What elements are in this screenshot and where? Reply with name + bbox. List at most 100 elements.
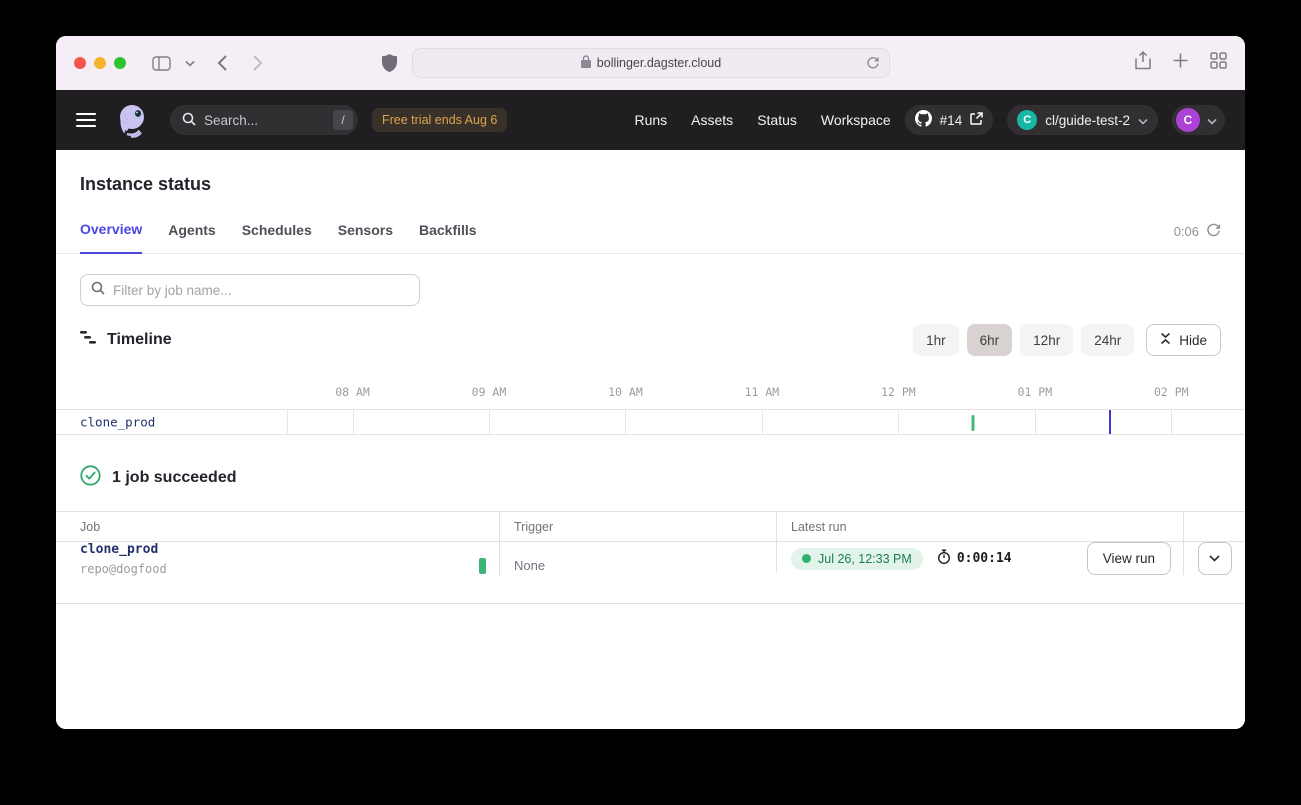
nav-workspace[interactable]: Workspace [821, 112, 891, 128]
top-nav: Runs Assets Status Workspace [634, 112, 890, 128]
refresh-icon[interactable] [1206, 222, 1221, 240]
timeline-job-link[interactable]: clone_prod [80, 415, 155, 430]
timeline-label-separator [287, 410, 288, 434]
minimize-window-button[interactable] [94, 57, 106, 69]
timeline-tick-label: 10 AM [608, 385, 643, 399]
app-header: Search... / Free trial ends Aug 6 Runs A… [56, 90, 1245, 150]
run-duration-value: 0:00:14 [957, 551, 1012, 566]
range-1hr-button[interactable]: 1hr [913, 324, 959, 356]
timeline-header: Timeline 1hr 6hr 12hr 24hr Hide [56, 306, 1245, 356]
timeline-gridline [762, 410, 763, 434]
privacy-shield-icon[interactable] [382, 54, 397, 77]
jobs-table: Job Trigger Latest run clone_prod repo@d… [56, 511, 1245, 604]
range-24hr-button[interactable]: 24hr [1081, 324, 1134, 356]
column-header-actions [1184, 512, 1245, 541]
github-deployment-badge[interactable]: #14 [905, 105, 994, 135]
menu-icon[interactable] [76, 113, 96, 127]
address-bar[interactable]: bollinger.dagster.cloud [412, 48, 890, 78]
nav-assets[interactable]: Assets [691, 112, 733, 128]
latest-run-cell: Jul 26, 12:33 PM 0:00:14 View run [777, 542, 1184, 575]
tab-sensors[interactable]: Sensors [338, 222, 393, 253]
timeline-gridline [353, 410, 354, 434]
timeline-gridline [1171, 410, 1172, 434]
timeline-now-marker [1109, 410, 1111, 434]
global-search-input[interactable]: Search... / [170, 105, 358, 135]
job-filter-input[interactable] [113, 283, 409, 298]
nav-status[interactable]: Status [757, 112, 797, 128]
summary-text: 1 job succeeded [112, 469, 237, 487]
tab-overview[interactable]: Overview [80, 221, 142, 254]
run-status-dot [802, 554, 811, 563]
workspace-switcher[interactable]: C cl/guide-test-2 [1007, 105, 1158, 135]
stopwatch-icon [937, 549, 951, 568]
maximize-window-button[interactable] [114, 57, 126, 69]
hide-label: Hide [1179, 333, 1207, 348]
workspace-name: cl/guide-test-2 [1045, 113, 1130, 128]
row-expand-button[interactable] [1198, 542, 1232, 575]
collapse-icon [1160, 332, 1171, 348]
column-header-trigger: Trigger [500, 512, 777, 541]
tab-schedules[interactable]: Schedules [242, 222, 312, 253]
sidebar-toggle-icon[interactable] [152, 56, 171, 71]
latest-run-badge[interactable]: Jul 26, 12:33 PM [791, 548, 923, 570]
new-tab-icon[interactable] [1173, 53, 1188, 73]
nav-runs[interactable]: Runs [634, 112, 667, 128]
search-icon [182, 112, 196, 129]
chevron-down-icon [1207, 113, 1217, 128]
timeline-axis: 08 AM09 AM10 AM11 AM12 PM01 PM02 PM [56, 376, 1245, 409]
table-header-row: Job Trigger Latest run [56, 512, 1245, 542]
search-shortcut-key: / [333, 110, 353, 130]
tab-agents[interactable]: Agents [168, 222, 215, 253]
browser-toolbar: bollinger.dagster.cloud [56, 36, 1245, 90]
forward-icon[interactable] [252, 54, 263, 72]
latest-run-time: Jul 26, 12:33 PM [818, 552, 912, 566]
hide-timeline-button[interactable]: Hide [1146, 324, 1221, 356]
trial-badge[interactable]: Free trial ends Aug 6 [372, 108, 507, 132]
timeline-tick-label: 02 PM [1154, 385, 1189, 399]
tab-overview-icon[interactable] [1210, 52, 1227, 74]
reload-icon[interactable] [866, 56, 880, 74]
job-status-tick [479, 558, 486, 574]
dagster-logo-icon[interactable] [114, 102, 150, 138]
timeline-gridline [898, 410, 899, 434]
column-header-latest-run: Latest run [777, 512, 1184, 541]
timeline-gridline [625, 410, 626, 434]
timeline-title: Timeline [107, 331, 172, 349]
timeline-run-marker[interactable] [972, 415, 975, 431]
view-run-button[interactable]: View run [1087, 542, 1171, 575]
close-window-button[interactable] [74, 57, 86, 69]
timeline-gridline [489, 410, 490, 434]
share-icon[interactable] [1135, 51, 1151, 75]
timeline-chart: 08 AM09 AM10 AM11 AM12 PM01 PM02 PM clon… [56, 376, 1245, 435]
job-name-link[interactable]: clone_prod [80, 542, 473, 557]
tab-backfills[interactable]: Backfills [419, 222, 477, 253]
github-build-number: #14 [940, 113, 963, 128]
timeline-plot: clone_prod [56, 409, 1245, 435]
refresh-countdown: 0:06 [1174, 224, 1199, 239]
chevron-down-icon [1138, 113, 1148, 128]
tab-bar: Overview Agents Schedules Sensors Backfi… [56, 221, 1245, 254]
search-placeholder: Search... [204, 113, 258, 128]
job-filter-field[interactable] [80, 274, 420, 306]
browser-window: bollinger.dagster.cloud [56, 36, 1245, 729]
timeline-tick-label: 01 PM [1018, 385, 1053, 399]
range-6hr-button[interactable]: 6hr [967, 324, 1013, 356]
github-icon [915, 110, 932, 130]
user-avatar: C [1176, 108, 1200, 132]
sidebar-chevron-icon[interactable] [185, 60, 195, 67]
success-check-icon [80, 465, 101, 491]
page-title: Instance status [56, 150, 1245, 196]
jobs-summary: 1 job succeeded [56, 435, 1245, 511]
back-icon[interactable] [217, 54, 228, 72]
lock-icon [581, 55, 591, 71]
range-12hr-button[interactable]: 12hr [1020, 324, 1073, 356]
run-duration: 0:00:14 [937, 549, 1012, 568]
timeline-tick-label: 09 AM [472, 385, 507, 399]
job-repo-label: repo@dogfood [80, 562, 473, 576]
workspace-avatar: C [1017, 110, 1037, 130]
page-content: Instance status Overview Agents Schedule… [56, 150, 1245, 729]
filter-section [56, 254, 1245, 306]
user-menu[interactable]: C [1172, 105, 1225, 135]
external-link-icon [970, 112, 983, 128]
search-icon [91, 281, 105, 300]
